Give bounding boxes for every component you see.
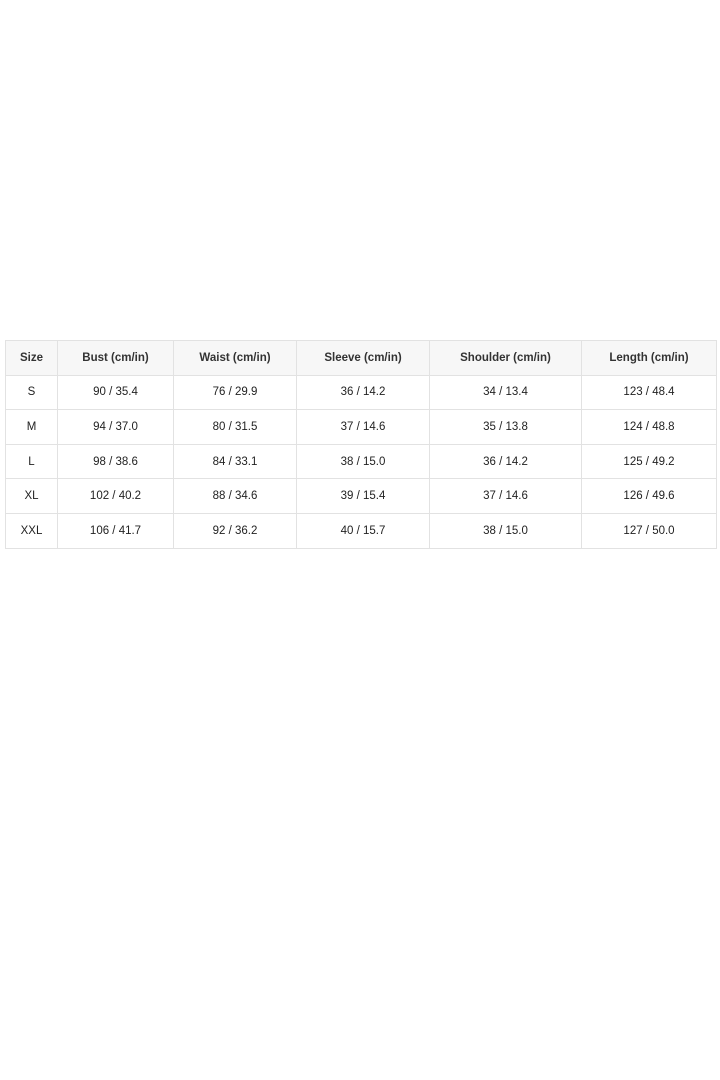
length-cell: 126 / 49.6 [581,478,717,514]
size-cell: M [5,409,58,445]
length-cell: 125 / 49.2 [581,443,717,480]
header-bust: Bust (cm/in) [57,340,174,376]
bust-cell: 94 / 37.0 [57,409,174,445]
table-row: XXL 106 / 41.7 92 / 36.2 40 / 15.7 38 / … [5,512,717,549]
bust-cell: 102 / 40.2 [57,478,174,514]
length-cell: 124 / 48.8 [581,409,717,445]
size-chart-header: Size Bust (cm/in) Waist (cm/in) Sleeve (… [5,340,717,376]
waist-cell: 84 / 33.1 [173,443,297,480]
size-chart-body: S 90 / 35.4 76 / 29.9 36 / 14.2 34 / 13.… [5,374,717,549]
size-cell: S [5,374,58,411]
sleeve-cell: 40 / 15.7 [296,512,430,549]
waist-cell: 76 / 29.9 [173,374,297,411]
waist-cell: 80 / 31.5 [173,409,297,445]
sleeve-cell: 37 / 14.6 [296,409,430,445]
sleeve-cell: 39 / 15.4 [296,478,430,514]
table-row: M 94 / 37.0 80 / 31.5 37 / 14.6 35 / 13.… [5,409,717,445]
shoulder-cell: 34 / 13.4 [429,374,582,411]
length-cell: 127 / 50.0 [581,512,717,549]
sleeve-cell: 36 / 14.2 [296,374,430,411]
size-cell: XL [5,478,58,514]
size-chart-table: Size Bust (cm/in) Waist (cm/in) Sleeve (… [5,340,717,549]
table-row: S 90 / 35.4 76 / 29.9 36 / 14.2 34 / 13.… [5,374,717,411]
size-cell: XXL [5,512,58,549]
shoulder-cell: 36 / 14.2 [429,443,582,480]
bust-cell: 98 / 38.6 [57,443,174,480]
header-row: Size Bust (cm/in) Waist (cm/in) Sleeve (… [5,340,717,376]
shoulder-cell: 38 / 15.0 [429,512,582,549]
waist-cell: 88 / 34.6 [173,478,297,514]
sleeve-cell: 38 / 15.0 [296,443,430,480]
shoulder-cell: 35 / 13.8 [429,409,582,445]
header-shoulder: Shoulder (cm/in) [429,340,582,376]
header-waist: Waist (cm/in) [173,340,297,376]
table-row: L 98 / 38.6 84 / 33.1 38 / 15.0 36 / 14.… [5,443,717,480]
shoulder-cell: 37 / 14.6 [429,478,582,514]
waist-cell: 92 / 36.2 [173,512,297,549]
size-cell: L [5,443,58,480]
header-sleeve: Sleeve (cm/in) [296,340,430,376]
length-cell: 123 / 48.4 [581,374,717,411]
bust-cell: 90 / 35.4 [57,374,174,411]
header-size: Size [5,340,58,376]
header-length: Length (cm/in) [581,340,717,376]
bust-cell: 106 / 41.7 [57,512,174,549]
table-row: XL 102 / 40.2 88 / 34.6 39 / 15.4 37 / 1… [5,478,717,514]
